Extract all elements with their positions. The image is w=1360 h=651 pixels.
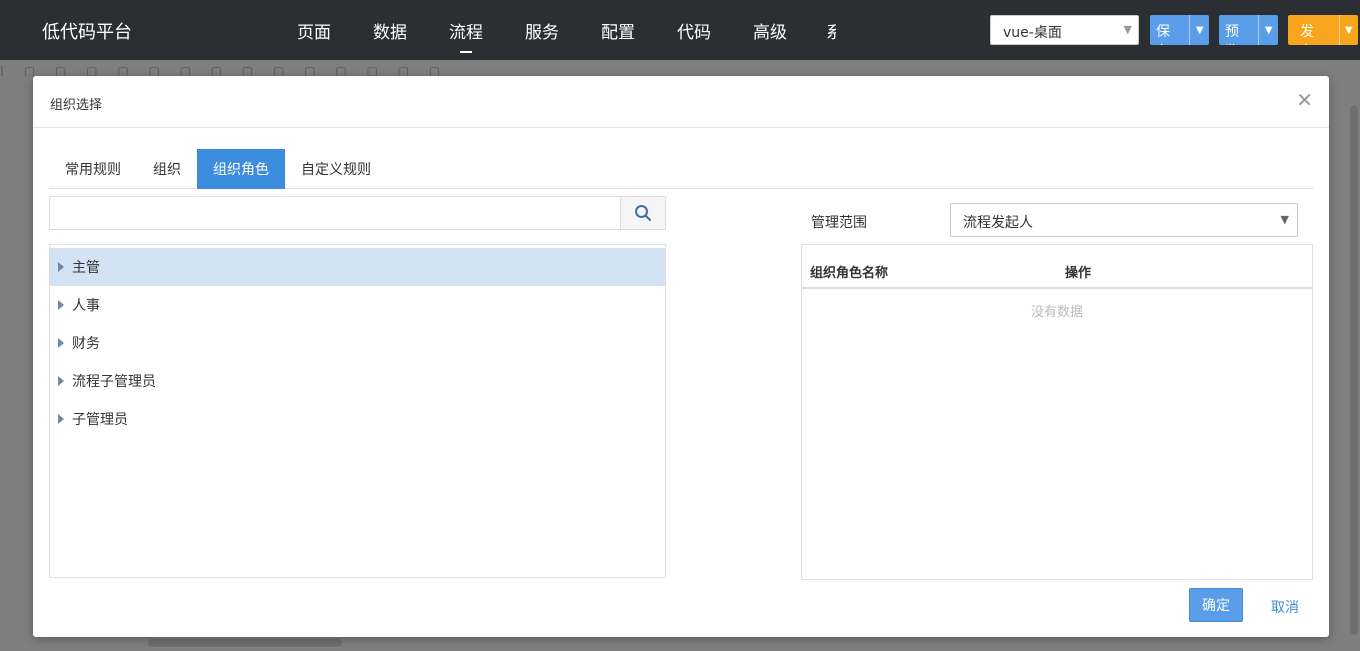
chevron-down-icon: ▼ bbox=[1123, 23, 1132, 36]
tab-custom-rules[interactable]: 自定义规则 bbox=[285, 149, 387, 189]
tree-item[interactable]: 子管理员 bbox=[50, 400, 665, 438]
caret-right-icon[interactable] bbox=[58, 300, 64, 310]
caret-right-icon[interactable] bbox=[58, 338, 64, 348]
confirm-button[interactable]: 确定 bbox=[1189, 588, 1243, 622]
tree-item-label: 主管 bbox=[72, 260, 100, 276]
page-scrollbar-horizontal[interactable] bbox=[148, 639, 342, 647]
tree-item-label: 人事 bbox=[72, 298, 100, 314]
nav-item-clipped[interactable]: 系 bbox=[826, 18, 836, 43]
save-button-label: 保存 bbox=[1156, 24, 1170, 45]
tree-item[interactable]: 人事 bbox=[50, 286, 665, 324]
publish-button[interactable]: 发布 ▼ bbox=[1288, 15, 1358, 45]
caret-right-icon[interactable] bbox=[58, 414, 64, 424]
background-toolbar: | ▢ ▢ ▢ ▢ ▢ ▢ ▢ ▢ ▢ ▢ ▢ ▢ ▢ ▢ bbox=[0, 64, 449, 76]
nav-item-pages[interactable]: 页面 bbox=[297, 18, 331, 43]
save-dropdown-arrow-icon[interactable]: ▼ bbox=[1189, 15, 1209, 45]
scope-label: 管理范围 bbox=[811, 215, 867, 231]
cancel-button[interactable]: 取消 bbox=[1271, 597, 1299, 617]
nav-item-data[interactable]: 数据 bbox=[373, 18, 407, 43]
publish-button-label: 发布 bbox=[1300, 24, 1314, 45]
tree-item[interactable]: 财务 bbox=[50, 324, 665, 362]
tree-item-label: 流程子管理员 bbox=[72, 374, 156, 390]
main-nav: 页面 数据 流程 服务 配置 代码 高级 bbox=[297, 18, 829, 53]
preview-button-label: 预览 bbox=[1225, 24, 1239, 45]
nav-item-config[interactable]: 配置 bbox=[601, 18, 635, 43]
nav-item-code[interactable]: 代码 bbox=[677, 18, 711, 43]
tree-item[interactable]: 流程子管理员 bbox=[50, 362, 665, 400]
nav-item-services[interactable]: 服务 bbox=[525, 18, 559, 43]
caret-right-icon[interactable] bbox=[58, 376, 64, 386]
publish-dropdown-arrow-icon[interactable]: ▼ bbox=[1338, 15, 1358, 45]
role-tree: 主管 人事 财务 流程子管理员 子管理员 bbox=[49, 244, 666, 578]
selected-roles-table: 组织角色名称 操作 没有数据 bbox=[801, 244, 1313, 580]
tab-org-role[interactable]: 组织角色 bbox=[197, 149, 285, 189]
org-select-dialog: 组织选择 ✕ 常用规则 组织 组织角色 自定义规则 主管 人事 财务 流程子管理… bbox=[33, 76, 1329, 637]
page-scrollbar-vertical[interactable] bbox=[1350, 105, 1358, 635]
tree-item-label: 子管理员 bbox=[72, 412, 128, 428]
app-title: 低代码平台 bbox=[42, 22, 132, 43]
nav-item-process[interactable]: 流程 bbox=[449, 18, 483, 53]
environment-select[interactable]: vue-桌面 ▼ bbox=[990, 15, 1139, 45]
scope-select-value: 流程发起人 bbox=[963, 215, 1033, 231]
role-search-input[interactable] bbox=[50, 197, 620, 229]
close-icon[interactable]: ✕ bbox=[1296, 90, 1313, 110]
save-button[interactable]: 保存 ▼ bbox=[1150, 15, 1209, 45]
chevron-down-icon: ▼ bbox=[1280, 213, 1289, 226]
empty-state-text: 没有数据 bbox=[1030, 305, 1083, 320]
preview-dropdown-arrow-icon[interactable]: ▼ bbox=[1258, 15, 1278, 45]
column-header-role-name: 组织角色名称 bbox=[810, 266, 889, 281]
column-header-action: 操作 bbox=[1065, 266, 1092, 281]
search-icon bbox=[635, 205, 651, 221]
environment-select-value: vue-桌面 bbox=[1003, 25, 1062, 41]
top-nav-bar: 低代码平台 页面 数据 流程 服务 配置 代码 高级 系 vue-桌面 ▼ 保存… bbox=[0, 0, 1360, 60]
search-button[interactable] bbox=[620, 197, 665, 229]
nav-item-advanced[interactable]: 高级 bbox=[753, 18, 787, 43]
dialog-header: 组织选择 ✕ bbox=[33, 76, 1329, 128]
scope-select[interactable]: 流程发起人 ▼ bbox=[950, 203, 1298, 237]
tree-item[interactable]: 主管 bbox=[50, 248, 665, 286]
dialog-title: 组织选择 bbox=[50, 98, 103, 113]
tree-item-label: 财务 bbox=[72, 336, 100, 352]
tab-common-rules[interactable]: 常用规则 bbox=[49, 149, 137, 189]
tab-organization[interactable]: 组织 bbox=[137, 149, 197, 189]
caret-right-icon[interactable] bbox=[58, 262, 64, 272]
preview-button[interactable]: 预览 ▼ bbox=[1219, 15, 1278, 45]
dialog-tabs: 常用规则 组织 组织角色 自定义规则 bbox=[49, 149, 1313, 189]
role-search bbox=[49, 196, 666, 230]
table-header: 组织角色名称 操作 bbox=[802, 245, 1312, 289]
